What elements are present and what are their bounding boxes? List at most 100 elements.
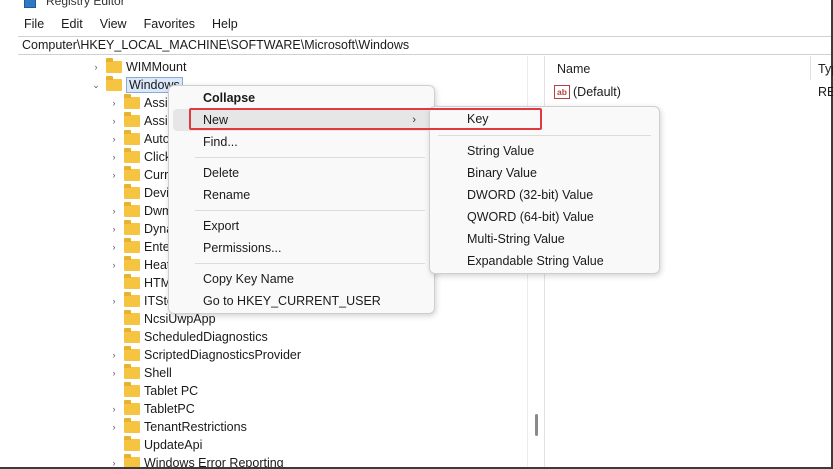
folder-icon	[124, 400, 140, 415]
tree-item[interactable]: Tablet PC	[108, 382, 198, 400]
tree-item[interactable]: ScheduledDiagnostics	[108, 328, 268, 346]
submenu-item-qword-value[interactable]: QWORD (64-bit) Value	[430, 206, 659, 228]
tree-item[interactable]: › ITSto	[108, 292, 174, 310]
menu-favorites[interactable]: Favorites	[144, 17, 195, 31]
submenu-item-dword-value[interactable]: DWORD (32-bit) Value	[430, 184, 659, 206]
tree-item[interactable]: › Assig	[108, 94, 175, 112]
tree-item[interactable]: › Heat	[108, 256, 170, 274]
folder-icon	[124, 148, 140, 163]
column-header-name[interactable]: Name	[557, 62, 590, 76]
string-value-icon: ab	[554, 85, 570, 99]
folder-icon	[124, 346, 140, 361]
menu-file[interactable]: File	[24, 17, 44, 31]
menu-item-delete[interactable]: Delete	[169, 162, 434, 184]
tree-item[interactable]: › TenantRestrictions	[108, 418, 247, 436]
scrollbar-thumb[interactable]	[535, 414, 538, 436]
menu-item-new-label: New	[203, 113, 229, 127]
submenu-item-binary-value[interactable]: Binary Value	[430, 162, 659, 184]
tree-item-label: Tablet PC	[144, 384, 199, 398]
chevron-right-icon[interactable]: ›	[108, 368, 120, 378]
tree-item[interactable]: › Windows Error Reporting	[108, 454, 284, 467]
title-bar: Registry Editor	[0, 0, 831, 11]
chevron-right-icon[interactable]: ›	[108, 242, 120, 252]
menu-item-new[interactable]: New ›	[173, 109, 430, 131]
chevron-right-icon[interactable]: ›	[90, 62, 102, 72]
value-name: (Default)	[573, 85, 621, 99]
tree-item[interactable]: › Curre	[108, 166, 175, 184]
tree-item[interactable]: HTM	[108, 274, 171, 292]
tree-item[interactable]: › Enter	[108, 238, 174, 256]
submenu-item-expandable-string-value[interactable]: Expandable String Value	[430, 250, 659, 272]
tree-item[interactable]: › ScriptedDiagnosticsProvider	[108, 346, 301, 364]
folder-icon	[124, 202, 140, 217]
tree-item[interactable]: UpdateApi	[108, 436, 202, 454]
menu-separator	[438, 135, 651, 136]
tree-item-wimmount[interactable]: › WIMMount	[90, 58, 186, 76]
chevron-right-icon[interactable]: ›	[108, 296, 120, 306]
chevron-right-icon[interactable]: ›	[108, 224, 120, 234]
column-header-type[interactable]: Typ	[818, 62, 833, 76]
menu-view[interactable]: View	[100, 17, 127, 31]
chevron-right-icon[interactable]: ›	[108, 422, 120, 432]
folder-icon	[124, 310, 140, 325]
tree-item-label: TenantRestrictions	[144, 420, 247, 434]
folder-icon	[124, 184, 140, 199]
folder-icon	[124, 436, 140, 451]
tree-item[interactable]: › Assig	[108, 112, 175, 130]
folder-icon	[124, 238, 140, 253]
tree-item[interactable]: › Autop	[108, 130, 177, 148]
folder-icon	[124, 166, 140, 181]
registry-app-icon	[24, 0, 36, 8]
column-divider[interactable]	[810, 56, 811, 80]
folder-icon	[124, 256, 140, 271]
chevron-right-icon[interactable]: ›	[108, 260, 120, 270]
menu-bar: File Edit View Favorites Help	[0, 14, 831, 34]
tree-item[interactable]: › Dwm	[108, 202, 172, 220]
window-title: Registry Editor	[46, 0, 125, 8]
folder-icon	[124, 418, 140, 433]
tree-item[interactable]: › Dyna	[108, 220, 173, 238]
menu-help[interactable]: Help	[212, 17, 238, 31]
menu-separator	[195, 263, 425, 264]
menu-separator	[195, 210, 425, 211]
folder-icon	[106, 58, 122, 73]
chevron-right-icon[interactable]: ›	[108, 152, 120, 162]
folder-icon	[106, 76, 122, 91]
menu-item-permissions[interactable]: Permissions...	[169, 237, 434, 259]
value-type: RE	[818, 85, 833, 99]
tree-item-label: ScriptedDiagnosticsProvider	[144, 348, 302, 362]
chevron-right-icon[interactable]: ›	[108, 134, 120, 144]
menu-item-rename[interactable]: Rename	[169, 184, 434, 206]
tree-item-label: TabletPC	[144, 402, 195, 416]
folder-icon	[124, 130, 140, 145]
folder-icon	[124, 274, 140, 289]
menu-item-find[interactable]: Find...	[169, 131, 434, 153]
menu-item-export[interactable]: Export	[169, 215, 434, 237]
address-bar[interactable]: Computer\HKEY_LOCAL_MACHINE\SOFTWARE\Mic…	[18, 36, 831, 55]
tree-item-label: Shell	[144, 366, 172, 380]
chevron-right-icon[interactable]: ›	[108, 206, 120, 216]
menu-item-collapse[interactable]: Collapse	[169, 87, 434, 109]
registry-editor-window: Registry Editor File Edit View Favorites…	[0, 0, 833, 469]
chevron-right-icon[interactable]: ›	[108, 116, 120, 126]
submenu-item-multi-string-value[interactable]: Multi-String Value	[430, 228, 659, 250]
menu-edit[interactable]: Edit	[61, 17, 83, 31]
tree-item[interactable]: Devic	[108, 184, 175, 202]
tree-item[interactable]: › Shell	[108, 364, 172, 382]
tree-item-label: Heat	[144, 258, 171, 272]
value-row[interactable]: ab (Default) RE	[554, 83, 833, 101]
submenu-item-key[interactable]: Key	[430, 108, 659, 130]
chevron-down-icon[interactable]: ⌄	[90, 80, 102, 91]
chevron-right-icon[interactable]: ›	[108, 458, 120, 467]
menu-item-copy-key-name[interactable]: Copy Key Name	[169, 268, 434, 290]
chevron-right-icon[interactable]: ›	[108, 170, 120, 180]
menu-item-goto-hkcu[interactable]: Go to HKEY_CURRENT_USER	[169, 290, 434, 312]
submenu-item-string-value[interactable]: String Value	[430, 140, 659, 162]
chevron-right-icon[interactable]: ›	[108, 404, 120, 414]
tree-item-label: NcsiUwpApp	[144, 312, 216, 326]
chevron-right-icon[interactable]: ›	[108, 350, 120, 360]
folder-icon	[124, 364, 140, 379]
tree-item[interactable]: › TabletPC	[108, 400, 195, 418]
chevron-right-icon[interactable]: ›	[108, 98, 120, 108]
tree-item[interactable]: › Click	[108, 148, 171, 166]
